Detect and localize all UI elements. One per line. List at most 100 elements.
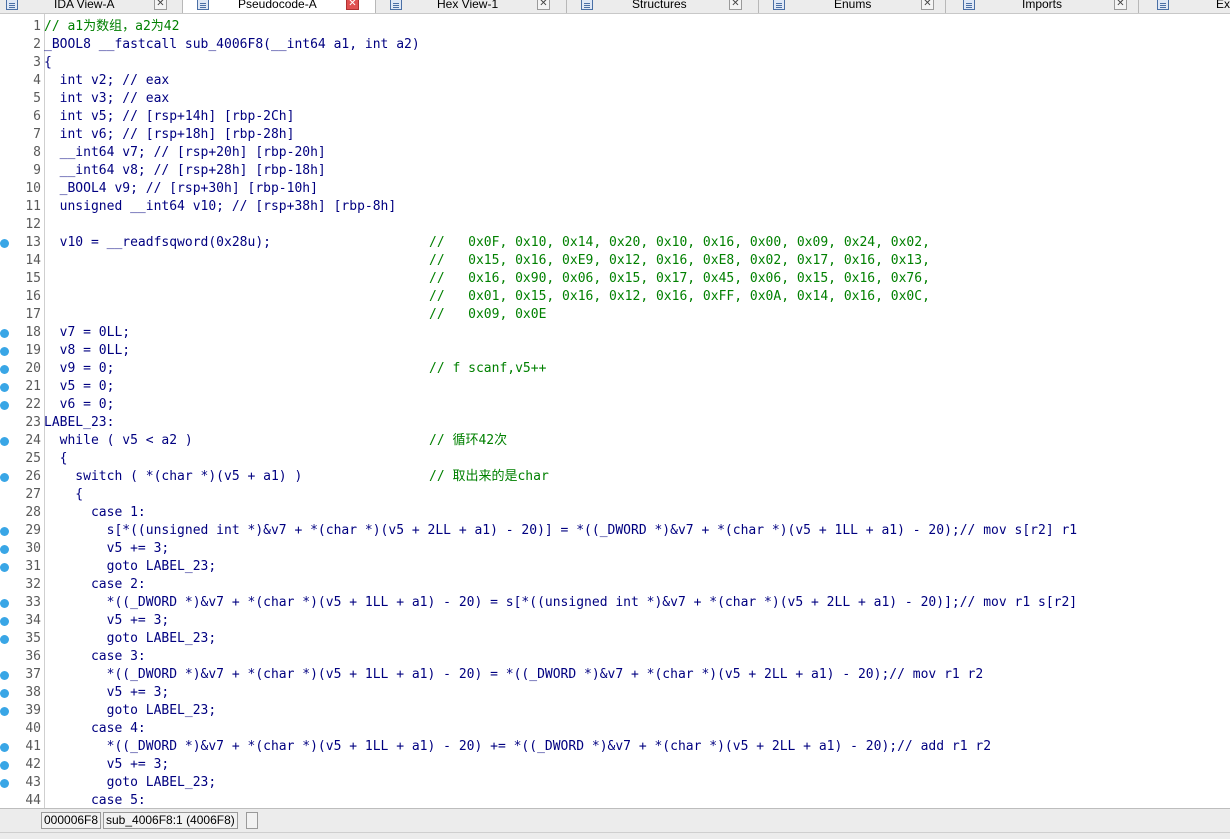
line-number: 8 — [33, 145, 41, 160]
code-line: // 0x16, 0x90, 0x06, 0x15, 0x17, 0x45, 0… — [44, 270, 1230, 288]
line-number: 2 — [33, 37, 41, 52]
code-text: _BOOL4 v9; // [rsp+30h] [rbp-10h] — [44, 181, 318, 196]
pseudocode-view[interactable]: // a1为数组，a2为42 _BOOL8 __fastcall sub_400… — [44, 14, 1230, 808]
gutter-row: 12 — [0, 216, 44, 234]
gutter-row: 10 — [0, 180, 44, 198]
code-text: int v5; // [rsp+14h] [rbp-2Ch] — [44, 109, 295, 124]
code-line: case 3: — [44, 648, 1230, 666]
code-line: // 0x15, 0x16, 0xE9, 0x12, 0x16, 0xE8, 0… — [44, 252, 1230, 270]
code-text: case 1: — [44, 505, 146, 520]
line-number: 32 — [25, 577, 41, 592]
code-comment: // a1为数组，a2为42 — [44, 19, 180, 34]
code-comment: // f scanf,v5++ — [429, 361, 547, 376]
gutter-row: 37 — [0, 666, 44, 684]
exports-icon — [1157, 0, 1169, 10]
code-line: goto LABEL_23; — [44, 702, 1230, 720]
gutter-row: 19 — [0, 342, 44, 360]
gutter-row: 32 — [0, 576, 44, 594]
gutter-row: 14 — [0, 252, 44, 270]
line-number: 20 — [25, 361, 41, 376]
close-icon[interactable]: ✕ — [921, 0, 934, 10]
tab-imports[interactable]: Imports ✕ — [946, 0, 1139, 13]
line-number: 27 — [25, 487, 41, 502]
code-line: v6 = 0; — [44, 396, 1230, 414]
code-line: switch ( *(char *)(v5 + a1) ) // 取出来的是cha… — [44, 468, 1230, 486]
code-line: *((_DWORD *)&v7 + *(char *)(v5 + 1LL + a… — [44, 594, 1230, 612]
line-number: 37 — [25, 667, 41, 682]
line-number: 10 — [25, 181, 41, 196]
gutter-row: 24 — [0, 432, 44, 450]
code-text: v9 = 0; — [44, 361, 115, 376]
hex-view-icon — [390, 0, 402, 10]
line-number: 40 — [25, 721, 41, 736]
close-icon[interactable]: ✕ — [154, 0, 167, 10]
gutter-row: 1 — [0, 18, 44, 36]
code-text: unsigned __int64 v10; // [rsp+38h] [rbp-… — [44, 199, 397, 214]
line-number: 4 — [33, 73, 41, 88]
close-icon[interactable]: ✕ — [537, 0, 550, 10]
code-comment: // 取出来的是char — [429, 469, 549, 484]
close-icon[interactable]: ✕ — [1114, 0, 1127, 10]
code-line: v5 += 3; — [44, 540, 1230, 558]
line-number: 28 — [25, 505, 41, 520]
line-number: 21 — [25, 379, 41, 394]
code-line: goto LABEL_23; — [44, 774, 1230, 792]
line-number: 31 — [25, 559, 41, 574]
tab-exports[interactable]: Ex — [1139, 0, 1230, 13]
gutter-row: 34 — [0, 612, 44, 630]
close-icon[interactable]: ✕ — [729, 0, 742, 10]
line-number: 15 — [25, 271, 41, 286]
gutter-row: 35 — [0, 630, 44, 648]
gutter-row: 7 — [0, 126, 44, 144]
code-text: v5 += 3; — [44, 541, 170, 556]
status-empty — [246, 812, 258, 829]
gutter-row: 18 — [0, 324, 44, 342]
tab-bar: IDA View-A ✕ Pseudocode-A ✕ Hex View-1 ✕… — [0, 0, 1230, 14]
code-text: LABEL_23: — [44, 415, 115, 430]
line-number: 25 — [25, 451, 41, 466]
code-text: goto LABEL_23; — [44, 775, 217, 790]
line-number: 9 — [33, 163, 41, 178]
gutter-row: 22 — [0, 396, 44, 414]
code-line: int v6; // [rsp+18h] [rbp-28h] — [44, 126, 1230, 144]
code-line: unsigned __int64 v10; // [rsp+38h] [rbp-… — [44, 198, 1230, 216]
code-comment: // 循环42次 — [429, 433, 508, 448]
code-line: // 0x01, 0x15, 0x16, 0x12, 0x16, 0xFF, 0… — [44, 288, 1230, 306]
code-text: case 4: — [44, 721, 146, 736]
tab-label: IDA View-A — [54, 0, 115, 11]
pseudocode-icon — [197, 0, 209, 10]
tab-enums[interactable]: Enums ✕ — [759, 0, 946, 13]
code-line: goto LABEL_23; — [44, 630, 1230, 648]
line-number: 43 — [25, 775, 41, 790]
gutter-row: 9 — [0, 162, 44, 180]
tab-ida-view-a[interactable]: IDA View-A ✕ — [0, 0, 183, 13]
line-number: 26 — [25, 469, 41, 484]
gutter-row: 38 — [0, 684, 44, 702]
line-number: 5 — [33, 91, 41, 106]
line-number: 34 — [25, 613, 41, 628]
gutter-row: 4 — [0, 72, 44, 90]
code-line: __int64 v7; // [rsp+20h] [rbp-20h] — [44, 144, 1230, 162]
gutter-row: 27 — [0, 486, 44, 504]
code-text: int v2; // eax — [44, 73, 170, 88]
tab-label: Ex — [1216, 0, 1230, 11]
close-icon[interactable]: ✕ — [346, 0, 359, 10]
imports-icon — [963, 0, 975, 10]
status-location: sub_4006F8:1 (4006F8) — [103, 812, 238, 829]
code-text: int v6; // [rsp+18h] [rbp-28h] — [44, 127, 295, 142]
code-line: while ( v5 < a2 ) // 循环42次 — [44, 432, 1230, 450]
code-text: __int64 v7; // [rsp+20h] [rbp-20h] — [44, 145, 326, 160]
code-line: case 2: — [44, 576, 1230, 594]
code-text: case 3: — [44, 649, 146, 664]
code-line: v7 = 0LL; — [44, 324, 1230, 342]
code-text: case 2: — [44, 577, 146, 592]
tab-hex-view-1[interactable]: Hex View-1 ✕ — [376, 0, 567, 13]
code-line: int v3; // eax — [44, 90, 1230, 108]
tab-label: Enums — [834, 0, 872, 11]
tab-structures[interactable]: Structures ✕ — [567, 0, 759, 13]
code-text: __int64 v8; // [rsp+28h] [rbp-18h] — [44, 163, 326, 178]
tab-pseudocode-a[interactable]: Pseudocode-A ✕ — [183, 0, 376, 13]
line-number: 3 — [33, 55, 41, 70]
status-bar: 000006F8 sub_4006F8:1 (4006F8) — [0, 808, 1230, 839]
tab-label: Hex View-1 — [437, 0, 499, 11]
